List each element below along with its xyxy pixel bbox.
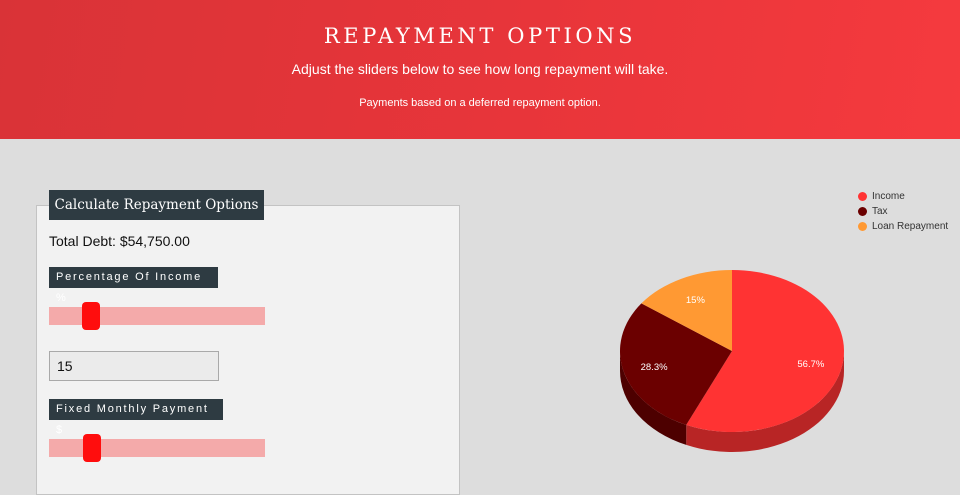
legend-label-tax: Tax [872,206,888,217]
page-title: REPAYMENT OPTIONS [323,24,637,48]
total-debt: Total Debt: $54,750.00 [49,233,190,249]
fixed-payment-slider[interactable] [49,434,265,462]
pie-label-loan-repayment: 15% [686,295,706,306]
pie-label-income: 56.7% [797,359,824,370]
legend-label-loan-repayment: Loan Repayment [872,221,949,232]
legend-item-loan-repayment[interactable]: Loan Repayment [858,219,948,234]
legend-dot-income [858,192,867,201]
legend-item-tax[interactable]: Tax [858,204,948,219]
page-header: REPAYMENT OPTIONS Adjust the sliders bel… [0,0,960,139]
percentage-input[interactable] [49,351,219,381]
percentage-income-slider[interactable] [49,302,265,330]
page-subtitle: Adjust the sliders below to see how long… [291,61,669,77]
legend-dot-tax [858,207,867,216]
calculator-tab: Calculate Repayment Options [49,190,264,220]
legend-label-income: Income [872,191,905,202]
legend-item-income[interactable]: Income [858,189,948,204]
pie-label-tax: 28.3% [641,362,668,373]
fixed-payment-label: Fixed Monthly Payment $ [49,399,223,436]
percentage-income-label: Percentage Of Income % [49,267,218,304]
pie-chart: 56.7% 28.3% 15% [619,270,844,452]
chart-legend: Income Tax Loan Repayment [858,189,948,234]
fixed-slider-thumb[interactable] [83,434,101,462]
legend-dot-loan-repayment [858,222,867,231]
percentage-slider-thumb[interactable] [82,302,100,330]
page-note: Payments based on a deferred repayment o… [359,97,601,109]
